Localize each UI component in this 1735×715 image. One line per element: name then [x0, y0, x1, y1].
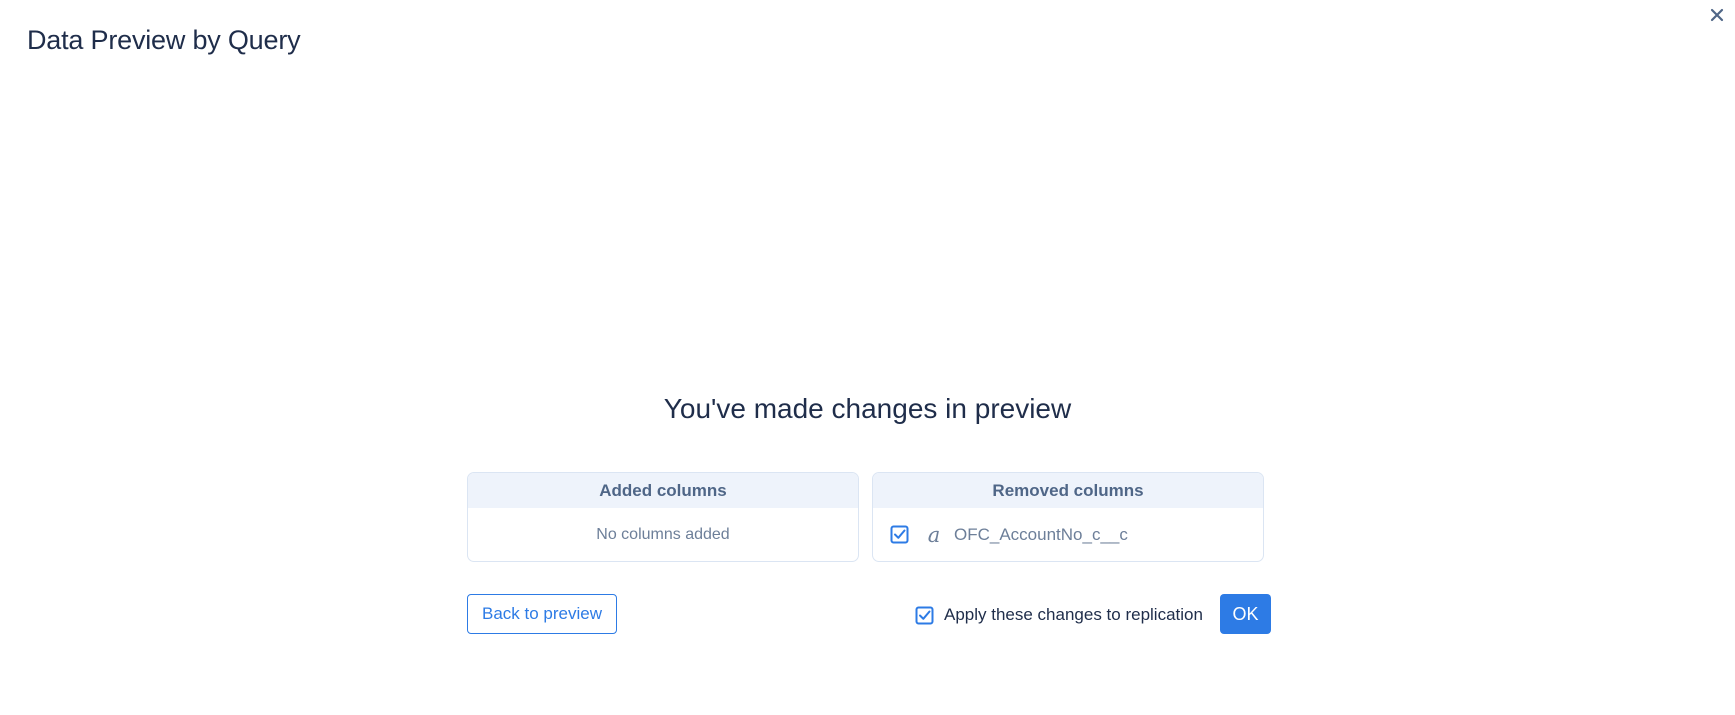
back-to-preview-button[interactable]: Back to preview [467, 594, 617, 634]
removed-columns-header: Removed columns [873, 473, 1263, 508]
close-icon [1710, 8, 1724, 22]
no-columns-added-text: No columns added [596, 525, 730, 543]
added-columns-panel: Added columns No columns added [467, 472, 859, 562]
added-columns-body: No columns added [468, 508, 858, 561]
apply-changes-checkbox[interactable] [915, 606, 934, 625]
removed-column-name: OFC_AccountNo_c__c [954, 524, 1128, 544]
removed-columns-panel: Removed columns a OFC_AccountNo_c__c [872, 472, 1264, 562]
removed-column-checkbox[interactable] [890, 525, 909, 544]
added-columns-header: Added columns [468, 473, 858, 508]
dialog-title: Data Preview by Query [27, 25, 301, 55]
removed-column-row: a OFC_AccountNo_c__c [873, 523, 1128, 547]
checkbox-checked-icon [890, 525, 909, 544]
changes-heading: You've made changes in preview [663, 393, 1072, 424]
string-type-icon: a [927, 522, 941, 547]
removed-columns-body: a OFC_AccountNo_c__c [873, 508, 1263, 561]
ok-button[interactable]: OK [1220, 594, 1271, 634]
apply-changes-label[interactable]: Apply these changes to replication [944, 605, 1203, 625]
apply-changes-option: Apply these changes to replication [915, 603, 1203, 627]
close-button[interactable] [1706, 4, 1728, 26]
checkbox-checked-icon [915, 606, 934, 624]
